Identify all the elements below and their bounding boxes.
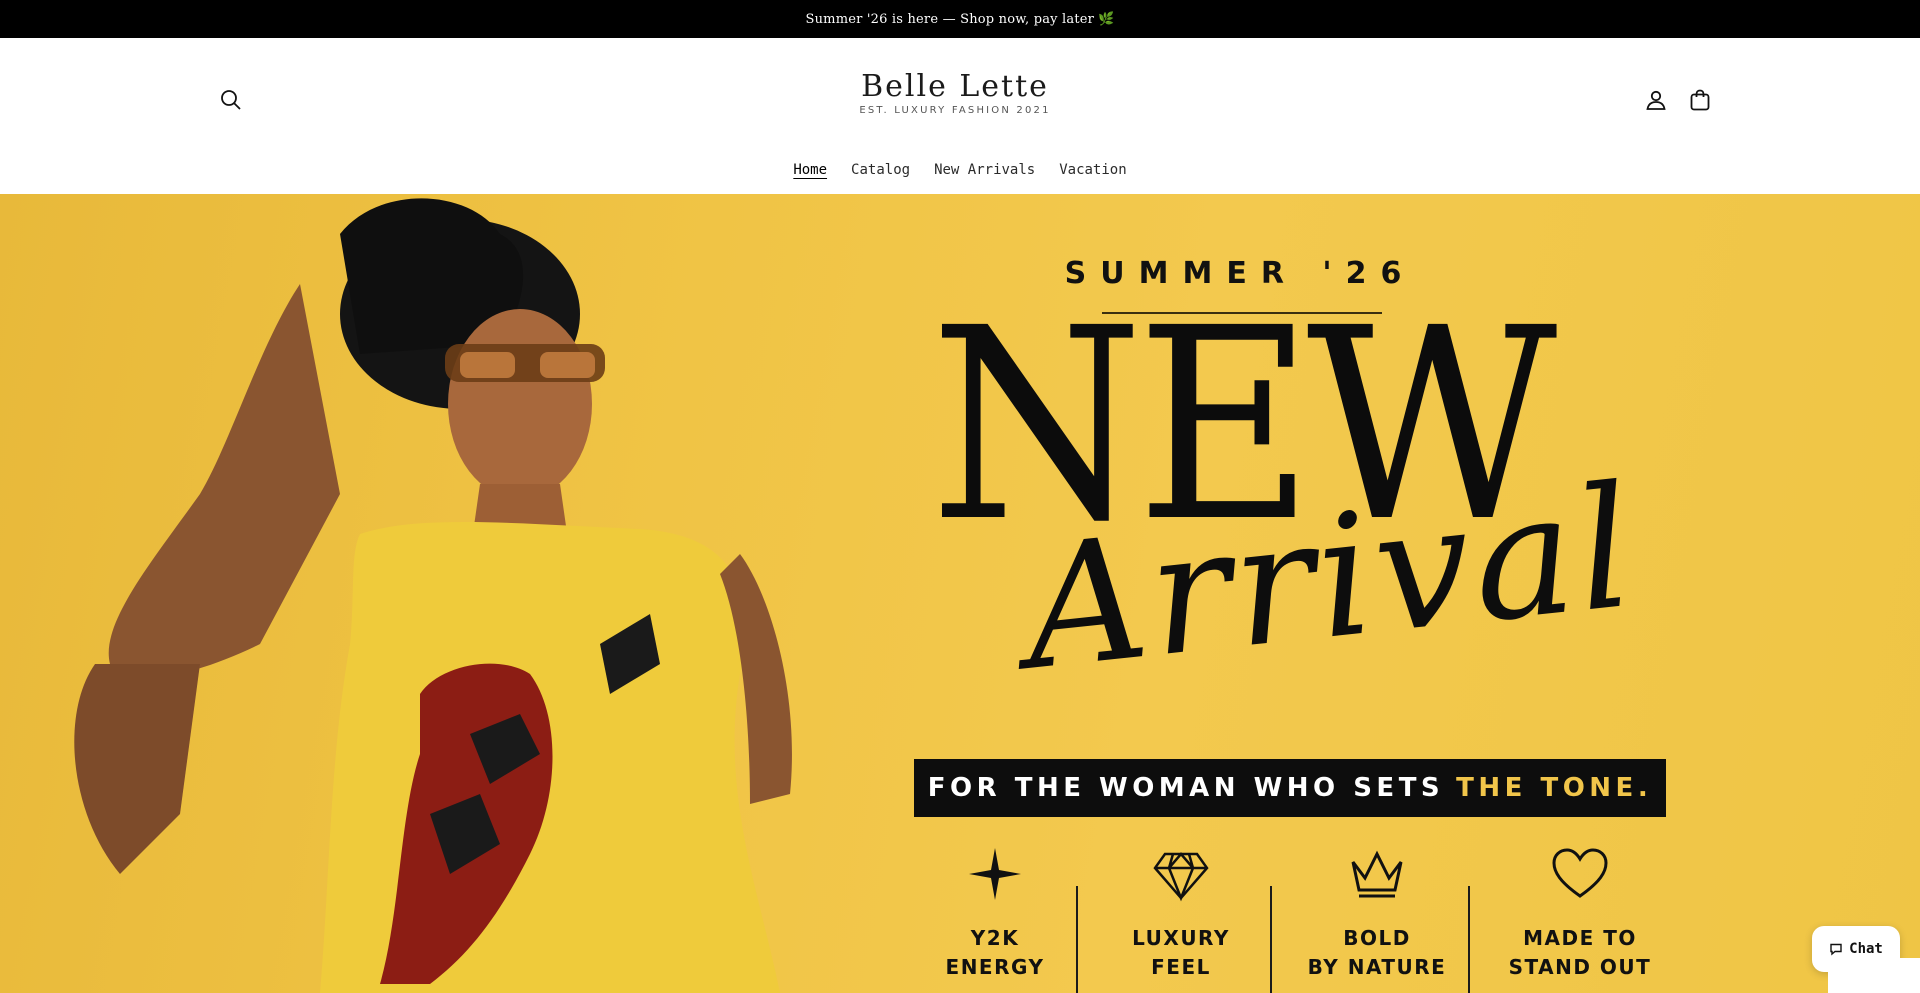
tagline-main: FOR THE WOMAN WHO SETS <box>927 773 1445 803</box>
feature-line2: ENERGY <box>945 955 1045 979</box>
nav-catalog[interactable]: Catalog <box>851 158 910 182</box>
sparkle-icon <box>920 844 1070 904</box>
nav-new-arrivals[interactable]: New Arrivals <box>934 158 1035 182</box>
store-logo[interactable]: Belle Lette EST. LUXURY FASHION 2021 <box>760 70 1150 116</box>
logo-name: Belle Lette <box>861 69 1049 104</box>
chat-label: Chat <box>1849 941 1883 957</box>
account-icon <box>1646 90 1666 110</box>
account-button[interactable] <box>1636 80 1676 120</box>
main-nav: Home Catalog New Arrivals Vacation <box>0 158 1920 182</box>
search-button[interactable] <box>211 80 251 120</box>
tagline-highlight: THE TONE. <box>1456 773 1653 803</box>
corner-widget[interactable] <box>1828 958 1920 993</box>
feature-y2k: Y2K ENERGY <box>920 844 1070 982</box>
feature-line2: STAND OUT <box>1508 955 1652 979</box>
feature-row: Y2K ENERGY LUXURY FEEL BOLD BY NATURE MA… <box>920 844 1650 993</box>
leaf-emoji: 🌿 <box>1098 11 1115 27</box>
crown-icon <box>1302 844 1452 904</box>
heart-icon <box>1505 844 1655 904</box>
feature-line1: Y2K <box>970 926 1020 950</box>
feature-divider <box>1468 886 1470 993</box>
cart-button[interactable] <box>1680 80 1720 120</box>
feature-divider <box>1270 886 1272 993</box>
nav-vacation[interactable]: Vacation <box>1059 158 1126 182</box>
feature-line2: BY NATURE <box>1307 955 1447 979</box>
feature-bold: BOLD BY NATURE <box>1302 844 1452 982</box>
search-icon <box>221 90 241 110</box>
feature-line1: BOLD <box>1343 926 1411 950</box>
cart-icon <box>1690 89 1710 111</box>
announcement-bar: Summer '26 is here — Shop now, pay later… <box>0 0 1920 38</box>
feature-divider <box>1076 886 1078 993</box>
feature-line1: MADE TO <box>1523 926 1637 950</box>
feature-line1: LUXURY <box>1132 926 1230 950</box>
hero-content: SUMMER '26 NEW Arrival FOR THE WOMAN WHO… <box>880 194 1920 993</box>
model-photo <box>74 198 792 993</box>
feature-luxury: LUXURY FEEL <box>1106 844 1256 982</box>
chat-bubble-icon <box>1830 943 1842 956</box>
site-header: Belle Lette EST. LUXURY FASHION 2021 Hom… <box>0 38 1920 194</box>
hero-tagline: FOR THE WOMAN WHO SETS THE TONE. <box>914 759 1666 817</box>
feature-line2: FEEL <box>1151 955 1211 979</box>
announcement-text: Summer '26 is here — Shop now, pay later <box>805 11 1095 27</box>
nav-home[interactable]: Home <box>793 158 827 182</box>
hero-banner[interactable]: SUMMER '26 NEW Arrival FOR THE WOMAN WHO… <box>0 194 1920 993</box>
feature-stand-out: MADE TO STAND OUT <box>1505 844 1655 982</box>
logo-tagline: EST. LUXURY FASHION 2021 <box>859 105 1051 116</box>
diamond-icon <box>1106 844 1256 904</box>
